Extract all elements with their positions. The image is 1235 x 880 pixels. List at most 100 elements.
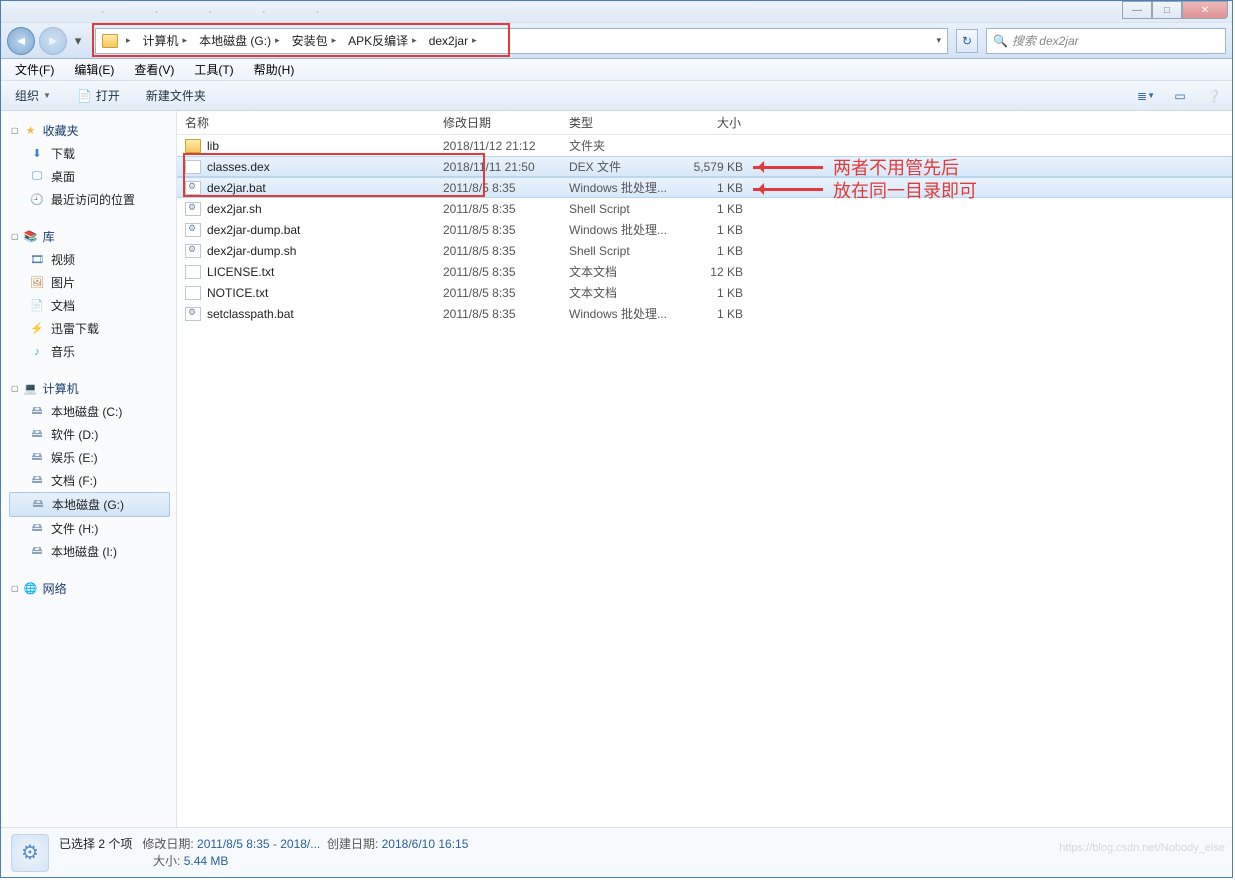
recent-icon: 🕘 (29, 193, 45, 207)
file-type: Windows 批处理... (561, 179, 677, 196)
drive-icon: 🖴 (29, 545, 45, 559)
maximize-button[interactable]: □ (1152, 1, 1182, 19)
refresh-button[interactable]: ↻ (956, 29, 978, 53)
sidebar-documents[interactable]: 📄文档 (9, 294, 176, 317)
breadcrumb-drive-g[interactable]: 本地磁盘 (G:)▸ (193, 29, 286, 53)
menu-bar: 文件(F) 编辑(E) 查看(V) 工具(T) 帮助(H) (1, 59, 1232, 81)
help-button[interactable]: ❔ (1204, 87, 1224, 105)
menu-tools[interactable]: 工具(T) (186, 59, 241, 80)
file-row[interactable]: lib2018/11/12 21:12文件夹 (177, 135, 1232, 156)
file-type: Shell Script (561, 202, 677, 216)
sidebar-drive-e[interactable]: 🖴娱乐 (E:) (9, 446, 176, 469)
sidebar-network[interactable]: ▢🌐网络 (9, 577, 176, 600)
minimize-button[interactable]: — (1122, 1, 1152, 19)
menu-edit[interactable]: 编辑(E) (66, 59, 122, 80)
forward-button[interactable]: ► (39, 27, 67, 55)
file-type: Shell Script (561, 244, 677, 258)
file-type: Windows 批处理... (561, 305, 677, 322)
annotation-arrow (753, 166, 823, 169)
file-date: 2011/8/5 8:35 (435, 307, 561, 321)
sidebar-downloads[interactable]: ⬇下载 (9, 142, 176, 165)
file-icon: 📄 (77, 89, 92, 103)
sidebar-pictures[interactable]: 🖼图片 (9, 271, 176, 294)
menu-file[interactable]: 文件(F) (7, 59, 62, 80)
breadcrumb-install[interactable]: 安装包▸ (286, 29, 343, 53)
file-date: 2011/8/5 8:35 (435, 265, 561, 279)
file-type: 文件夹 (561, 137, 677, 154)
explorer-window: ····· — □ ✕ ◄ ► ▾ ▸ 计算机▸ 本地磁盘 (G:)▸ 安装包▸… (0, 0, 1233, 878)
bat-icon (185, 202, 201, 216)
file-icon (185, 160, 201, 174)
back-button[interactable]: ◄ (7, 27, 35, 55)
column-headers: 名称 修改日期 类型 大小 (177, 111, 1232, 135)
view-options-button[interactable]: ≣ ▼ (1136, 87, 1156, 105)
bat-icon (185, 181, 201, 195)
file-name: LICENSE.txt (207, 265, 274, 279)
history-dropdown[interactable]: ▾ (71, 27, 85, 55)
folder-icon (102, 34, 118, 48)
annotation-text: 两者不用管先后 放在同一目录即可 (833, 157, 977, 204)
video-icon: 🎞 (29, 253, 45, 267)
column-name[interactable]: 名称 (177, 114, 435, 131)
menu-help[interactable]: 帮助(H) (246, 59, 303, 80)
new-folder-button[interactable]: 新建文件夹 (140, 85, 212, 106)
download-icon: ⬇ (29, 147, 45, 161)
file-size: 1 KB (677, 286, 749, 300)
sidebar-drive-d[interactable]: 🖴软件 (D:) (9, 423, 176, 446)
file-row[interactable]: setclasspath.bat2011/8/5 8:35Windows 批处理… (177, 303, 1232, 324)
file-size: 12 KB (677, 265, 749, 279)
file-name: NOTICE.txt (207, 286, 268, 300)
file-row[interactable]: dex2jar-dump.bat 2011/8/5 8:35Windows 批处理… (177, 219, 1232, 240)
preview-pane-button[interactable]: ▭ (1170, 87, 1190, 105)
file-row[interactable]: LICENSE.txt 2011/8/5 8:35文本文档12 KB (177, 261, 1232, 282)
file-row[interactable]: classes.dex2018/11/11 21:50DEX 文件5,579 K… (177, 156, 1232, 177)
open-button[interactable]: 📄打开 (71, 85, 126, 106)
address-bar[interactable]: ▸ 计算机▸ 本地磁盘 (G:)▸ 安装包▸ APK反编译▸ dex2jar▸ … (95, 28, 948, 54)
file-name: dex2jar-dump.bat (207, 223, 300, 237)
picture-icon: 🖼 (29, 276, 45, 290)
file-row[interactable]: NOTICE.txt2011/8/5 8:35文本文档1 KB (177, 282, 1232, 303)
navigation-pane: ▢★收藏夹 ⬇下载 🖵桌面 🕘最近访问的位置 ▢📚库 🎞视频 🖼图片 📄文档 ⚡… (1, 111, 177, 827)
navigation-bar: ◄ ► ▾ ▸ 计算机▸ 本地磁盘 (G:)▸ 安装包▸ APK反编译▸ dex… (1, 23, 1232, 59)
sidebar-libraries[interactable]: ▢📚库 (9, 225, 176, 248)
sidebar-favorites[interactable]: ▢★收藏夹 (9, 119, 176, 142)
sidebar-recent[interactable]: 🕘最近访问的位置 (9, 188, 176, 211)
file-date: 2011/8/5 8:35 (435, 223, 561, 237)
bat-icon (185, 223, 201, 237)
menu-view[interactable]: 查看(V) (126, 59, 182, 80)
column-type[interactable]: 类型 (561, 114, 677, 131)
file-row[interactable]: dex2jar.sh2011/8/5 8:35Shell Script1 KB (177, 198, 1232, 219)
file-size: 1 KB (677, 244, 749, 258)
column-size[interactable]: 大小 (677, 114, 749, 131)
thunder-icon: ⚡ (29, 322, 45, 336)
drive-icon: 🖴 (29, 474, 45, 488)
breadcrumb-dex2jar[interactable]: dex2jar▸ (423, 29, 483, 53)
address-dropdown[interactable]: ▾ (926, 29, 947, 53)
sidebar-computer[interactable]: ▢💻计算机 (9, 377, 176, 400)
column-date[interactable]: 修改日期 (435, 114, 561, 131)
sidebar-drive-g[interactable]: 🖴本地磁盘 (G:) (9, 492, 170, 517)
sidebar-drive-i[interactable]: 🖴本地磁盘 (I:) (9, 540, 176, 563)
file-row[interactable]: dex2jar.bat2011/8/5 8:35Windows 批处理...1 … (177, 177, 1232, 198)
file-size: 1 KB (677, 307, 749, 321)
search-input[interactable]: 🔍 搜索 dex2jar (986, 28, 1226, 54)
organize-button[interactable]: 组织▼ (9, 85, 57, 106)
close-button[interactable]: ✕ (1182, 1, 1228, 19)
sidebar-drive-c[interactable]: 🖴本地磁盘 (C:) (9, 400, 176, 423)
sidebar-music[interactable]: ♪音乐 (9, 340, 176, 363)
file-date: 2011/8/5 8:35 (435, 286, 561, 300)
file-name: dex2jar.sh (207, 202, 262, 216)
sidebar-desktop[interactable]: 🖵桌面 (9, 165, 176, 188)
file-type: 文本文档 (561, 263, 677, 280)
folder-icon (185, 139, 201, 153)
breadcrumb-computer[interactable]: 计算机▸ (137, 29, 194, 53)
drive-icon: 🖴 (29, 522, 45, 536)
breadcrumb-apk[interactable]: APK反编译▸ (342, 29, 423, 53)
file-type: Windows 批处理... (561, 221, 677, 238)
sidebar-thunder[interactable]: ⚡迅雷下载 (9, 317, 176, 340)
sidebar-drive-f[interactable]: 🖴文档 (F:) (9, 469, 176, 492)
file-list: lib2018/11/12 21:12文件夹classes.dex2018/11… (177, 135, 1232, 324)
file-row[interactable]: dex2jar-dump.sh2011/8/5 8:35Shell Script… (177, 240, 1232, 261)
sidebar-videos[interactable]: 🎞视频 (9, 248, 176, 271)
sidebar-drive-h[interactable]: 🖴文件 (H:) (9, 517, 176, 540)
